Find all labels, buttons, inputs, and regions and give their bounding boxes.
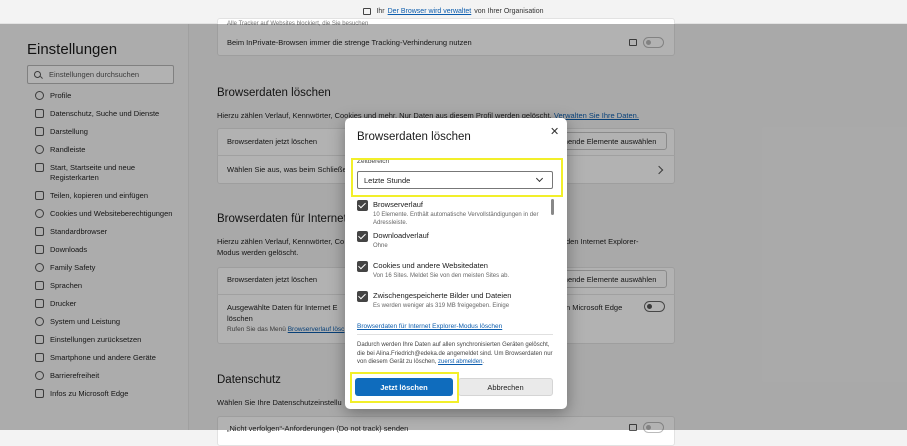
notice-end: . (482, 359, 485, 365)
option-title: Browserverlauf (373, 200, 424, 209)
option-title: Cookies und andere Websitedaten (373, 261, 488, 270)
option-title: Downloadverlauf (373, 231, 429, 240)
clear-browsing-data-dialog: Browserdaten löschen ✕ Zeitbereich Letzt… (345, 118, 567, 409)
sign-out-link[interactable]: zuerst abmelden (438, 359, 482, 365)
close-icon[interactable]: ✕ (550, 125, 559, 138)
highlight-box (350, 372, 459, 403)
divider (357, 334, 553, 335)
dialog-title: Browserdaten löschen (357, 131, 471, 143)
managed-prefix: Ihr (376, 8, 385, 15)
scrollbar[interactable] (551, 199, 554, 215)
option-desc: 10 Elemente. Enthält automatische Vervol… (373, 212, 539, 226)
sync-notice: Dadurch werden Ihre Daten auf allen sync… (357, 341, 553, 367)
ie-mode-clear-link[interactable]: Browserdaten für Internet Explorer-Modus… (357, 323, 502, 330)
checkbox-download-history[interactable] (357, 231, 368, 242)
cancel-button[interactable]: Abbrechen (458, 378, 553, 396)
checkbox-browsing-history[interactable] (357, 200, 368, 211)
checkbox-cached-images[interactable] (357, 291, 368, 302)
option-desc: Ohne (373, 243, 388, 249)
briefcase-icon (363, 8, 372, 15)
checkbox-cookies[interactable] (357, 261, 368, 272)
option-desc: Von 16 Sites. Meldet Sie von den meisten… (373, 273, 510, 279)
highlight-box (351, 158, 563, 197)
managed-suffix: von Ihrer Organisation (474, 8, 544, 15)
option-desc: Es werden weniger als 319 MB freigegeben… (373, 303, 510, 309)
managed-link[interactable]: Der Browser wird verwaltet (388, 8, 472, 15)
option-title: Zwischengespeicherte Bilder und Dateien (373, 291, 512, 300)
